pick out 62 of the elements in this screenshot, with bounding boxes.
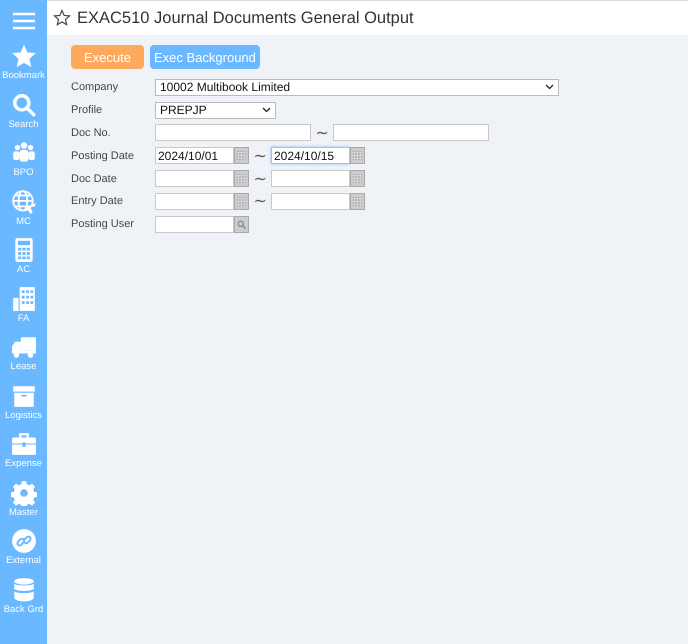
date-field[interactable]	[155, 170, 234, 188]
range-separator: ∼	[252, 170, 268, 189]
input-field[interactable]	[155, 216, 234, 233]
menu-icon[interactable]	[12, 12, 36, 30]
sidebar-item[interactable]: MC	[0, 188, 47, 237]
star-icon[interactable]	[53, 9, 71, 27]
briefcase-icon	[10, 431, 36, 457]
calendar-button[interactable]	[350, 147, 365, 164]
page-title: EXAC510 Journal Documents General Output	[77, 8, 414, 28]
globe-icon	[10, 188, 36, 214]
calendar-icon	[237, 196, 246, 206]
calendar-icon	[237, 151, 246, 160]
sidebar-item[interactable]: Back Grd	[0, 576, 47, 625]
calendar-icon	[237, 174, 246, 184]
sidebar-item[interactable]: FA	[0, 286, 47, 334]
date-field[interactable]	[155, 192, 234, 210]
calendar-button[interactable]	[234, 147, 249, 164]
field-label: Company	[71, 81, 120, 94]
sidebar-item[interactable]: Logistics	[0, 382, 47, 431]
sidebar-item[interactable]: AC	[0, 237, 47, 286]
field-label: Posting Date	[71, 150, 135, 162]
calendar-icon	[353, 151, 362, 160]
calendar-button[interactable]	[234, 192, 249, 210]
field-label: Profile	[71, 104, 104, 116]
range-separator: ∼	[314, 124, 330, 143]
background-button[interactable]: Exec Background	[150, 45, 260, 69]
caret-icon	[545, 84, 554, 90]
input-field[interactable]	[155, 124, 311, 142]
search-icon	[237, 220, 246, 229]
calendar-icon	[353, 196, 362, 206]
date-field[interactable]	[271, 170, 350, 188]
field-label: Doc No.	[71, 126, 112, 139]
date-field[interactable]: 2024/10/01	[155, 147, 234, 164]
sidebar-item[interactable]: Master	[0, 480, 47, 528]
sidebar-item[interactable]: BPO	[0, 140, 47, 188]
calendar-button[interactable]	[350, 192, 365, 210]
input-field[interactable]	[333, 124, 489, 142]
gear-icon	[10, 480, 36, 506]
field-label: Entry Date	[71, 195, 124, 208]
link-icon	[10, 528, 36, 554]
sidebar-item[interactable]: Search	[0, 92, 47, 140]
search-button[interactable]	[234, 216, 249, 233]
sidebar-item[interactable]: External	[0, 528, 47, 576]
sidebar-item[interactable]: Bookmark	[0, 43, 47, 92]
date-field[interactable]	[271, 192, 350, 210]
calendar-icon	[353, 174, 362, 184]
caret-icon	[262, 107, 271, 114]
sidebar-item[interactable]: Lease	[0, 334, 47, 382]
dropdown[interactable]: 10002 Multibook Limited	[155, 78, 559, 96]
dropdown[interactable]: PREPJP	[155, 102, 276, 119]
field-label: Posting User	[71, 218, 135, 230]
execute-button[interactable]: Execute	[71, 45, 144, 69]
range-separator: ∼	[252, 192, 268, 212]
range-separator: ∼	[252, 146, 268, 166]
calendar-button[interactable]	[350, 170, 365, 188]
field-label: Doc Date	[71, 172, 118, 185]
calendar-button[interactable]	[234, 170, 249, 188]
star-icon	[10, 43, 36, 69]
date-field[interactable]: 2024/10/15	[271, 147, 350, 164]
sidebar-item[interactable]: Expense	[0, 431, 47, 480]
search-icon	[10, 92, 36, 118]
building-icon	[10, 286, 36, 312]
